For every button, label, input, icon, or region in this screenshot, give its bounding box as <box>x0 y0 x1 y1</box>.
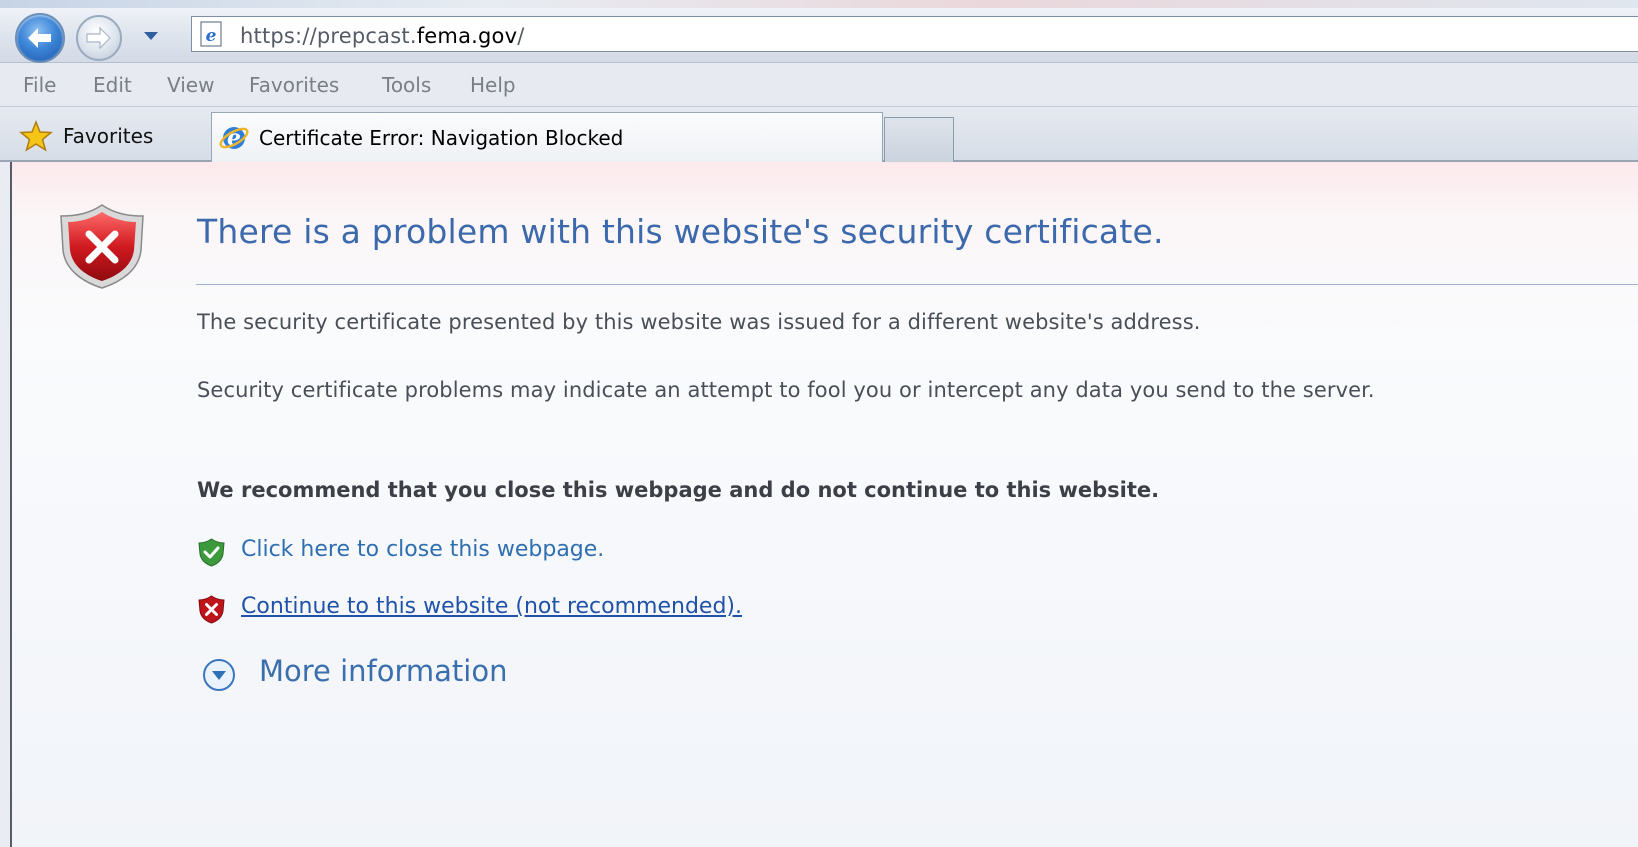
menu-file[interactable]: File <box>23 73 56 97</box>
forward-arrow-icon <box>86 26 111 50</box>
title-bar-accent <box>0 0 1638 8</box>
back-arrow-icon <box>28 28 51 48</box>
menu-help[interactable]: Help <box>470 73 516 97</box>
address-bar[interactable]: e https://prepcast.fema.gov/ <box>191 16 1638 52</box>
red-shield-x-icon <box>198 595 225 624</box>
tab-title: Certificate Error: Navigation Blocked <box>259 126 624 150</box>
url-prefix: https://prepcast. <box>240 24 417 48</box>
error-page: There is a problem with this website's s… <box>10 162 1638 847</box>
menu-tools[interactable]: Tools <box>382 73 431 97</box>
chevron-down-circle-icon <box>203 659 235 691</box>
favorites-button[interactable]: Favorites <box>63 124 153 148</box>
ie-logo-icon: e <box>219 125 249 151</box>
more-information-label[interactable]: More information <box>259 654 507 688</box>
address-url[interactable]: https://prepcast.fema.gov/ <box>240 24 525 48</box>
menu-edit[interactable]: Edit <box>93 73 132 97</box>
recommendation-text: We recommend that you close this webpage… <box>197 478 1160 502</box>
forward-button[interactable] <box>76 15 122 61</box>
certificate-mismatch-text: The security certificate presented by th… <box>197 310 1201 334</box>
red-shield-x-icon <box>60 204 144 289</box>
menu-bar: File Edit View Favorites Tools Help <box>0 63 1638 107</box>
menu-view[interactable]: View <box>167 73 214 97</box>
continue-website-label[interactable]: Continue to this website (not recommende… <box>241 594 742 619</box>
page-title: There is a problem with this website's s… <box>197 212 1164 251</box>
green-shield-check-icon <box>198 538 225 567</box>
url-host: fema.gov <box>416 24 518 48</box>
browser-window: e https://prepcast.fema.gov/ File Edit V… <box>0 0 1638 847</box>
new-tab-button[interactable] <box>884 117 954 162</box>
title-divider <box>196 284 1638 285</box>
back-button[interactable] <box>15 13 65 63</box>
close-webpage-label[interactable]: Click here to close this webpage. <box>241 537 604 562</box>
recent-pages-dropdown-icon[interactable] <box>143 30 159 42</box>
star-icon[interactable] <box>19 120 53 152</box>
ie-page-icon: e <box>200 21 222 47</box>
tab-bar: Favorites e Certificate Error: Navigatio… <box>0 107 1638 162</box>
menu-favorites[interactable]: Favorites <box>249 73 339 97</box>
url-suffix: / <box>517 24 525 48</box>
security-warning-text: Security certificate problems may indica… <box>197 378 1375 402</box>
tab-certificate-error[interactable]: e Certificate Error: Navigation Blocked <box>211 112 883 162</box>
svg-text:e: e <box>206 26 217 46</box>
address-toolbar: e https://prepcast.fema.gov/ <box>0 0 1638 63</box>
